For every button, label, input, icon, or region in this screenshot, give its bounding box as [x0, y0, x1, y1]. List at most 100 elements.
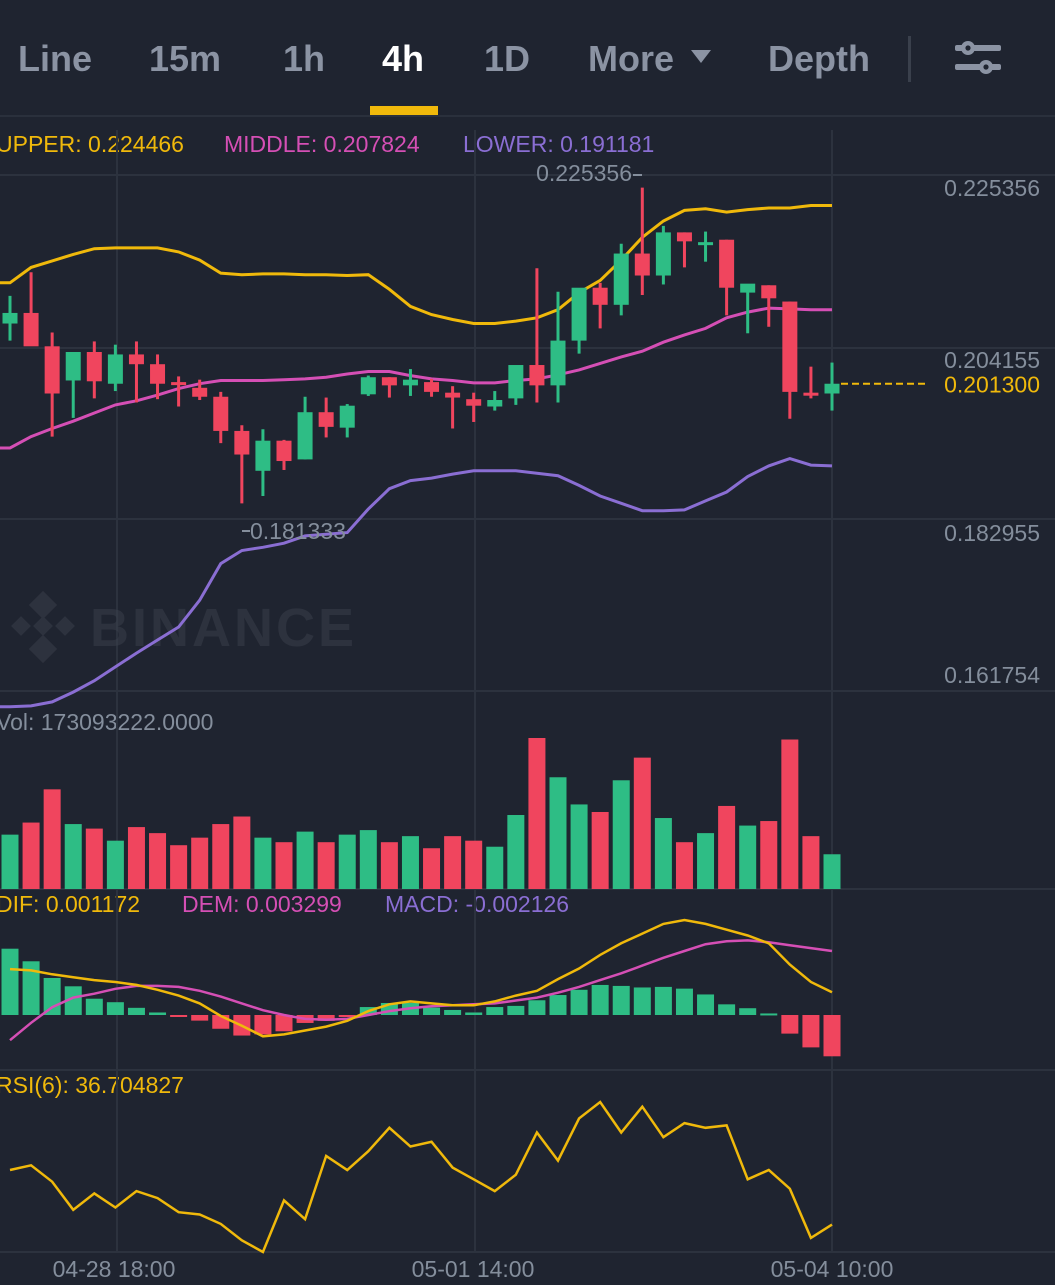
candle-body: [487, 400, 503, 407]
volume-bar: [697, 833, 715, 889]
candle-body: [719, 239, 735, 288]
candle: [719, 239, 735, 316]
active-tab-indicator: [370, 106, 438, 115]
candle: [698, 231, 714, 262]
volume-bar: [675, 842, 693, 889]
y-axis-tick-label: 0.161754: [944, 662, 1040, 688]
macd-histogram-bar: [549, 995, 567, 1015]
volume-bar: [296, 831, 314, 889]
volume-bar: [612, 780, 630, 889]
tab-line[interactable]: Line: [18, 38, 92, 80]
watermark-text: BINANCE: [90, 598, 357, 658]
last-price-label: 0.201300: [944, 372, 1040, 398]
tab-divider: [908, 36, 911, 82]
candle-body: [2, 312, 18, 324]
volume-bar: [591, 811, 609, 889]
volume-bar: [149, 833, 167, 889]
macd-histogram-bar: [444, 1009, 462, 1015]
volume-bar: [401, 836, 419, 889]
y-axis-tick-label: 0.182955: [944, 520, 1040, 546]
tab-more[interactable]: More: [588, 38, 712, 80]
macd-histogram-bar: [1, 948, 19, 1015]
volume-bar: [359, 830, 377, 889]
volume-bar: [106, 840, 124, 889]
macd-histogram-bar: [43, 977, 61, 1015]
candle-body: [529, 365, 545, 386]
volume-bar: [570, 804, 588, 889]
candle: [550, 291, 566, 403]
candle-body: [318, 412, 334, 427]
volume-bar: [444, 836, 462, 889]
macd-histogram-bar: [612, 985, 630, 1015]
volume-bar: [633, 757, 651, 889]
candle-body: [445, 392, 461, 398]
candle-body: [23, 312, 39, 347]
volume-bars: [1, 738, 841, 889]
candle: [740, 283, 756, 334]
volume-bar: [275, 842, 293, 889]
candle: [234, 425, 250, 504]
macd-histogram-bar: [127, 1007, 145, 1015]
macd-histogram-bar: [739, 1008, 757, 1015]
macd-histogram-bar: [570, 989, 588, 1015]
volume-bar: [191, 837, 209, 889]
macd-histogram-bar: [781, 1015, 799, 1034]
macd-histogram-bar: [423, 1007, 441, 1015]
candle: [424, 378, 440, 397]
candle: [318, 397, 334, 438]
chart-canvas[interactable]: BINANCE 04-28 18:00 05-01 14:00 05-04 10:0…: [0, 117, 1055, 1285]
candle-body: [128, 354, 144, 365]
volume-bar: [254, 837, 272, 889]
macd-panel: [1, 918, 841, 1057]
candle: [86, 341, 102, 399]
candle: [676, 232, 692, 268]
candle-body: [65, 352, 81, 381]
dem-line: [9, 939, 833, 1042]
volume-bar: [127, 827, 145, 889]
candle-body: [466, 399, 482, 406]
candle-body: [782, 301, 798, 392]
candle: [276, 439, 292, 470]
volume-bar: [380, 842, 398, 889]
tab-1h[interactable]: 1h: [283, 38, 325, 80]
candle-body: [276, 440, 292, 462]
candle-body: [613, 253, 629, 305]
candle-body: [655, 232, 671, 276]
volume-bar: [802, 836, 820, 889]
sliders-icon[interactable]: [955, 40, 1001, 76]
rsi-line: [9, 1100, 833, 1254]
tab-depth[interactable]: Depth: [768, 38, 870, 80]
volume-bar: [85, 828, 103, 889]
tab-4h[interactable]: 4h: [382, 38, 424, 80]
candle: [213, 391, 229, 444]
tab-more-label: More: [588, 38, 675, 79]
macd-histogram-bar: [170, 1015, 188, 1017]
candle-body: [339, 405, 355, 428]
macd-histogram-bar: [465, 1012, 483, 1015]
macd-histogram-bar: [275, 1015, 293, 1032]
candle-body: [192, 387, 208, 397]
volume-bar: [170, 845, 188, 889]
tab-15m[interactable]: 15m: [149, 38, 221, 80]
tab-1d[interactable]: 1D: [484, 38, 530, 80]
volume-bar: [317, 842, 335, 889]
band-upper-line: [0, 204, 832, 325]
volume-bar: [22, 822, 40, 889]
macd-histogram-bar: [528, 1000, 546, 1015]
candle-body: [424, 382, 440, 392]
candle: [445, 386, 461, 429]
candle-body: [803, 392, 819, 396]
candle-body: [676, 232, 692, 242]
candle: [487, 391, 503, 411]
macd-histogram-bar: [802, 1015, 820, 1048]
candle: [571, 287, 587, 354]
candle-body: [634, 253, 650, 276]
macd-histogram-bar: [591, 984, 609, 1015]
y-axis-tick-label: 0.225356: [944, 175, 1040, 201]
volume-bar: [64, 824, 82, 889]
candles: [2, 187, 928, 504]
candle-body: [824, 383, 840, 394]
volume-bar: [43, 789, 61, 889]
grid: [0, 130, 1055, 1253]
macd-histogram-bar: [654, 986, 672, 1015]
